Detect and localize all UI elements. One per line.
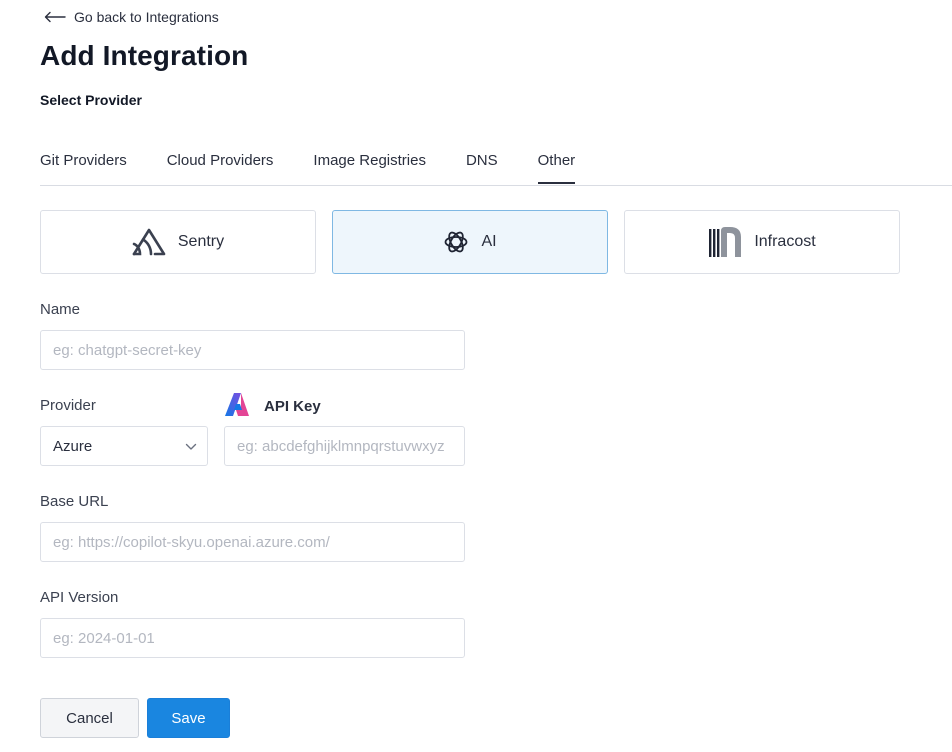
api-version-input[interactable] xyxy=(40,618,465,658)
provider-category-tabs: Git Providers Cloud Providers Image Regi… xyxy=(40,140,952,186)
back-to-integrations-link[interactable]: Go back to Integrations xyxy=(44,6,219,28)
base-url-label: Base URL xyxy=(40,493,109,510)
api-key-input[interactable] xyxy=(224,426,465,466)
chevron-down-icon xyxy=(185,438,197,455)
tab-dns[interactable]: DNS xyxy=(466,140,498,184)
arrow-left-icon xyxy=(44,11,66,23)
cancel-button[interactable]: Cancel xyxy=(40,698,139,738)
page-title: Add Integration xyxy=(40,40,249,71)
tab-image-registries[interactable]: Image Registries xyxy=(313,140,426,184)
name-input[interactable] xyxy=(40,330,465,370)
provider-card-ai[interactable]: AI xyxy=(332,210,608,274)
provider-select-value: Azure xyxy=(53,437,93,455)
openai-icon xyxy=(443,229,469,255)
provider-label: Provider xyxy=(40,397,96,414)
provider-select[interactable]: Azure xyxy=(40,426,208,466)
provider-card-label: Sentry xyxy=(177,233,225,250)
sentry-icon xyxy=(132,227,166,257)
azure-icon xyxy=(224,391,250,422)
infracost-icon xyxy=(708,225,742,259)
base-url-input[interactable] xyxy=(40,522,465,562)
provider-card-label: Infracost xyxy=(754,233,816,250)
provider-card-label: AI xyxy=(481,233,497,250)
provider-card-sentry[interactable]: Sentry xyxy=(40,210,316,274)
name-label: Name xyxy=(40,301,81,318)
select-provider-heading: Select Provider xyxy=(40,92,142,108)
api-key-label: API Key xyxy=(264,397,321,415)
back-link-label: Go back to Integrations xyxy=(74,9,219,25)
tab-cloud-providers[interactable]: Cloud Providers xyxy=(167,140,274,184)
save-button[interactable]: Save xyxy=(147,698,230,738)
tab-other[interactable]: Other xyxy=(537,140,576,184)
provider-card-infracost[interactable]: Infracost xyxy=(624,210,900,274)
api-version-label: API Version xyxy=(40,589,119,606)
api-key-header: API Key xyxy=(224,392,321,420)
tab-git-providers[interactable]: Git Providers xyxy=(40,140,127,184)
